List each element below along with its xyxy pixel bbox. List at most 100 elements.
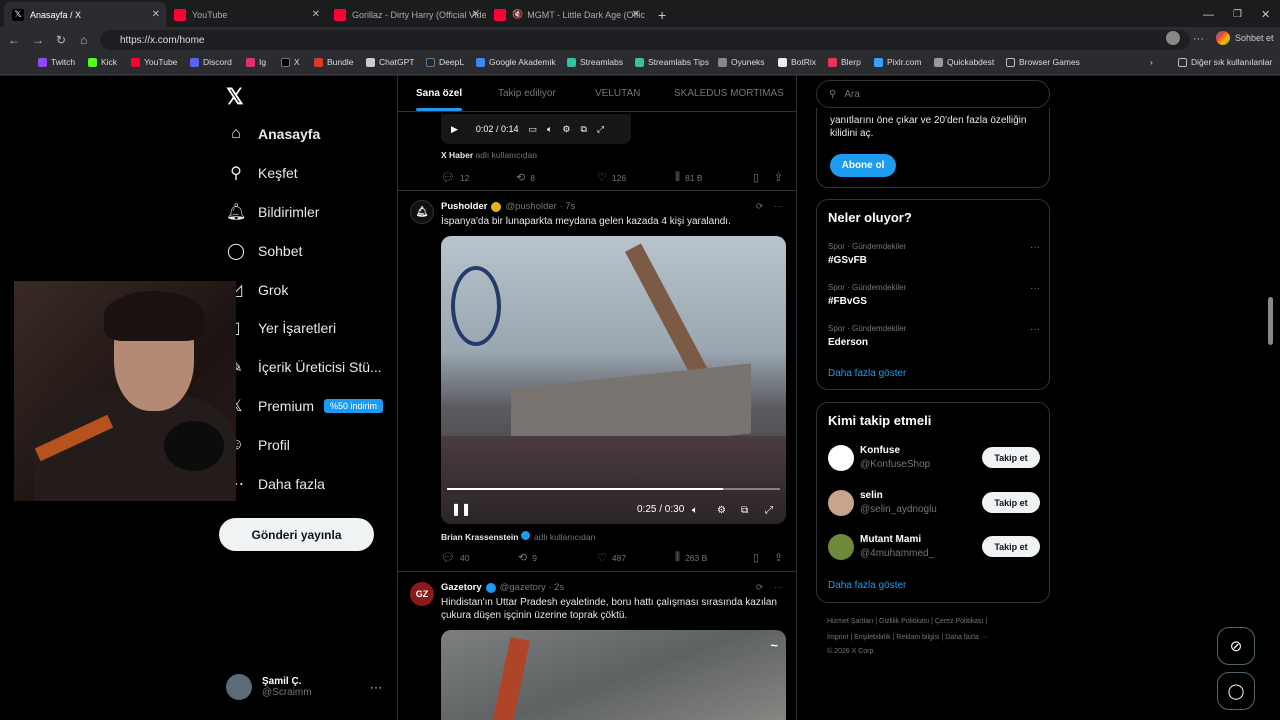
pip-icon[interactable]: ⧉ — [741, 505, 748, 516]
tweet-video[interactable]: ~ — [441, 630, 786, 720]
more-icon[interactable]: ··· — [1030, 283, 1040, 294]
minimize-icon[interactable]: — — [1195, 2, 1222, 27]
window-close-icon[interactable]: ✕ — [1253, 2, 1278, 27]
subscribe-button[interactable]: Abone ol — [830, 154, 896, 177]
reload-icon[interactable]: ↻ — [56, 33, 66, 47]
author-handle[interactable]: @gazetory · 2s — [500, 582, 565, 593]
chat-button[interactable]: ◯ — [1217, 672, 1255, 710]
like-button[interactable]: ♡ 126 — [597, 171, 626, 184]
footer-links[interactable]: Hizmet Şartları | Gizlilik Politikası | … — [827, 618, 987, 625]
other-bookmarks[interactable]: Diğer sık kullanılanlar — [1178, 57, 1272, 67]
author-name[interactable]: Pusholder — [441, 201, 487, 212]
sidebar-item-bookmarks[interactable]: ▯ Yer İşaretleri — [226, 313, 336, 343]
reply-button[interactable]: 💬︎ 40 — [441, 551, 469, 564]
captions-icon[interactable]: ▭ — [528, 124, 537, 135]
post-button[interactable]: Gönderi yayınla — [219, 518, 374, 551]
sidebar-item-chat[interactable]: ◯ Sohbet — [226, 236, 302, 266]
bookmark-oyuneks[interactable]: Oyuneks — [718, 57, 765, 67]
tab-following[interactable]: Takip ediliyor — [498, 88, 556, 99]
grok-icon[interactable]: ⟳ — [756, 201, 763, 212]
bookmark-google-akademik[interactable]: Google Akademik — [476, 57, 556, 67]
sidebar-item-premium[interactable]: 𝕏Premium%50 indirim — [226, 391, 384, 421]
grok-button[interactable]: ⊘ — [1217, 627, 1255, 665]
bookmark-twitch[interactable]: Twitch — [38, 57, 75, 67]
tab-velutan[interactable]: VELUTAN — [595, 88, 640, 99]
tab-gorillaz[interactable]: Gorillaz - Dirty Harry (Official Vide ✕ — [326, 2, 486, 27]
url-input[interactable]: https://x.com/home — [100, 30, 1190, 50]
share-button[interactable]: ⇪ — [774, 171, 788, 184]
bookmark-browser-games[interactable]: Browser Games — [1006, 57, 1080, 67]
home-button-icon[interactable]: ⌂ — [80, 33, 87, 47]
bookmark-botrix[interactable]: BotRix — [778, 57, 816, 67]
close-icon[interactable]: ✕ — [632, 9, 640, 20]
more-icon[interactable]: ··· — [1030, 324, 1040, 335]
bookmark-quickabdest[interactable]: Quickabdest — [934, 57, 994, 67]
bookmark-button[interactable]: ▯ — [753, 171, 764, 184]
more-icon[interactable]: ··· — [1030, 242, 1040, 253]
bookmark-button[interactable]: ▯ — [753, 551, 764, 564]
more-icon[interactable]: ··· — [370, 680, 382, 694]
tab-skaledus[interactable]: SKALEDUS MORTIMAS — [674, 88, 784, 99]
account-switcher[interactable]: Şamil Ç. @Scraimm ··· — [226, 672, 382, 702]
bookmark-bundle[interactable]: Bundle — [314, 57, 353, 67]
bookmark-pixlr[interactable]: Pixlr.com — [874, 57, 921, 67]
settings-icon[interactable]: ⚙ — [717, 505, 726, 516]
menu-dots-icon[interactable]: ··· — [1193, 33, 1204, 45]
show-more-link[interactable]: Daha fazla göster — [828, 580, 906, 591]
avatar[interactable]: GZ — [410, 582, 434, 606]
more-icon[interactable]: ··· — [774, 582, 783, 592]
tab-for-you[interactable]: Sana özel — [416, 88, 463, 111]
x-logo-icon[interactable]: 𝕏 — [226, 84, 244, 110]
restore-icon[interactable]: ❐ — [1225, 2, 1250, 27]
bookmark-youtube[interactable]: YouTube — [131, 57, 177, 67]
tab-x-home[interactable]: 𝕏 Anasayfa / X ✕ — [4, 2, 166, 27]
follow-button[interactable]: Takip et — [982, 536, 1040, 557]
pip-icon[interactable]: ⧉ — [580, 124, 586, 135]
bookmark-deepl[interactable]: DeepL — [426, 57, 464, 67]
more-icon[interactable]: ··· — [774, 201, 783, 211]
bookmark-chatgpt[interactable]: ChatGPT — [366, 57, 414, 67]
trend-item[interactable]: Spor · Gündemdekiler #FBvGS ··· — [828, 283, 1040, 307]
bookmark-kick[interactable]: Kick — [88, 57, 117, 67]
volume-icon[interactable]: 🔈︎ — [692, 505, 698, 516]
trend-item[interactable]: Spor · Gündemdekiler #GSvFB ··· — [828, 242, 1040, 266]
bookmark-blerp[interactable]: Blerp — [828, 57, 861, 67]
avatar[interactable]: 🔔︎ — [410, 200, 434, 224]
new-tab-button[interactable]: + — [650, 2, 670, 27]
bookmark-x[interactable]: X — [281, 57, 300, 67]
trend-item[interactable]: Spor · Gündemdekiler Ederson ··· — [828, 324, 1040, 348]
follow-button[interactable]: Takip et — [982, 492, 1040, 513]
sidebar-item-creator-studio[interactable]: ✎ İçerik Üreticisi Stü... — [226, 352, 381, 382]
bookmark-streamlabs[interactable]: Streamlabs — [567, 57, 623, 67]
video-progress[interactable] — [447, 488, 780, 490]
views-button[interactable]: ⫼ 81 B — [675, 171, 703, 184]
sidebar-item-notifications[interactable]: 🔔︎ Bildirimler — [226, 197, 319, 227]
chevron-right-icon[interactable]: › — [1150, 57, 1153, 67]
copilot-icon[interactable] — [1216, 31, 1230, 45]
close-icon[interactable]: ✕ — [472, 9, 480, 20]
settings-icon[interactable]: ⚙ — [562, 124, 570, 135]
forward-icon[interactable]: → — [32, 33, 44, 47]
search-input[interactable]: ⚲ Ara — [816, 80, 1050, 108]
scrollbar[interactable] — [1268, 297, 1273, 345]
footer-links[interactable]: İmprint | Erişilebilirlik | Reklam bilgi… — [827, 634, 988, 641]
sidebar-item-home[interactable]: ⌂ Anasayfa — [226, 119, 320, 149]
source-account[interactable]: Brian Krassenstein — [441, 532, 518, 542]
muted-speaker-icon[interactable]: 🔇 — [512, 9, 523, 20]
grok-icon[interactable]: ⟳ — [756, 582, 763, 593]
source-account[interactable]: X Haber — [441, 150, 473, 160]
pause-icon[interactable]: ❚❚ — [451, 502, 471, 516]
reply-button[interactable]: 💬︎ 12 — [441, 171, 469, 184]
tab-youtube[interactable]: YouTube ✕ — [166, 2, 326, 27]
repost-button[interactable]: ⟲ 8 — [516, 171, 535, 184]
sidebar-item-more[interactable]: ⋯ Daha fazla — [226, 469, 325, 499]
profile-avatar[interactable] — [1166, 31, 1180, 45]
suggestion-item[interactable]: selin @selin_aydnoglu Takip et — [828, 488, 1040, 518]
bookmark-discord[interactable]: Discord — [190, 57, 232, 67]
chat-label[interactable]: Sohbet et — [1235, 33, 1274, 43]
like-button[interactable]: ♡ 487 — [597, 551, 626, 564]
bookmark-streamlabs-tips[interactable]: Streamlabs Tips — [635, 57, 709, 67]
volume-icon[interactable]: 🔈︎ — [547, 124, 552, 135]
tab-mgmt[interactable]: 🔇 MGMT - Little Dark Age (Offic ✕ — [486, 2, 646, 27]
back-icon[interactable]: ← — [8, 33, 20, 47]
